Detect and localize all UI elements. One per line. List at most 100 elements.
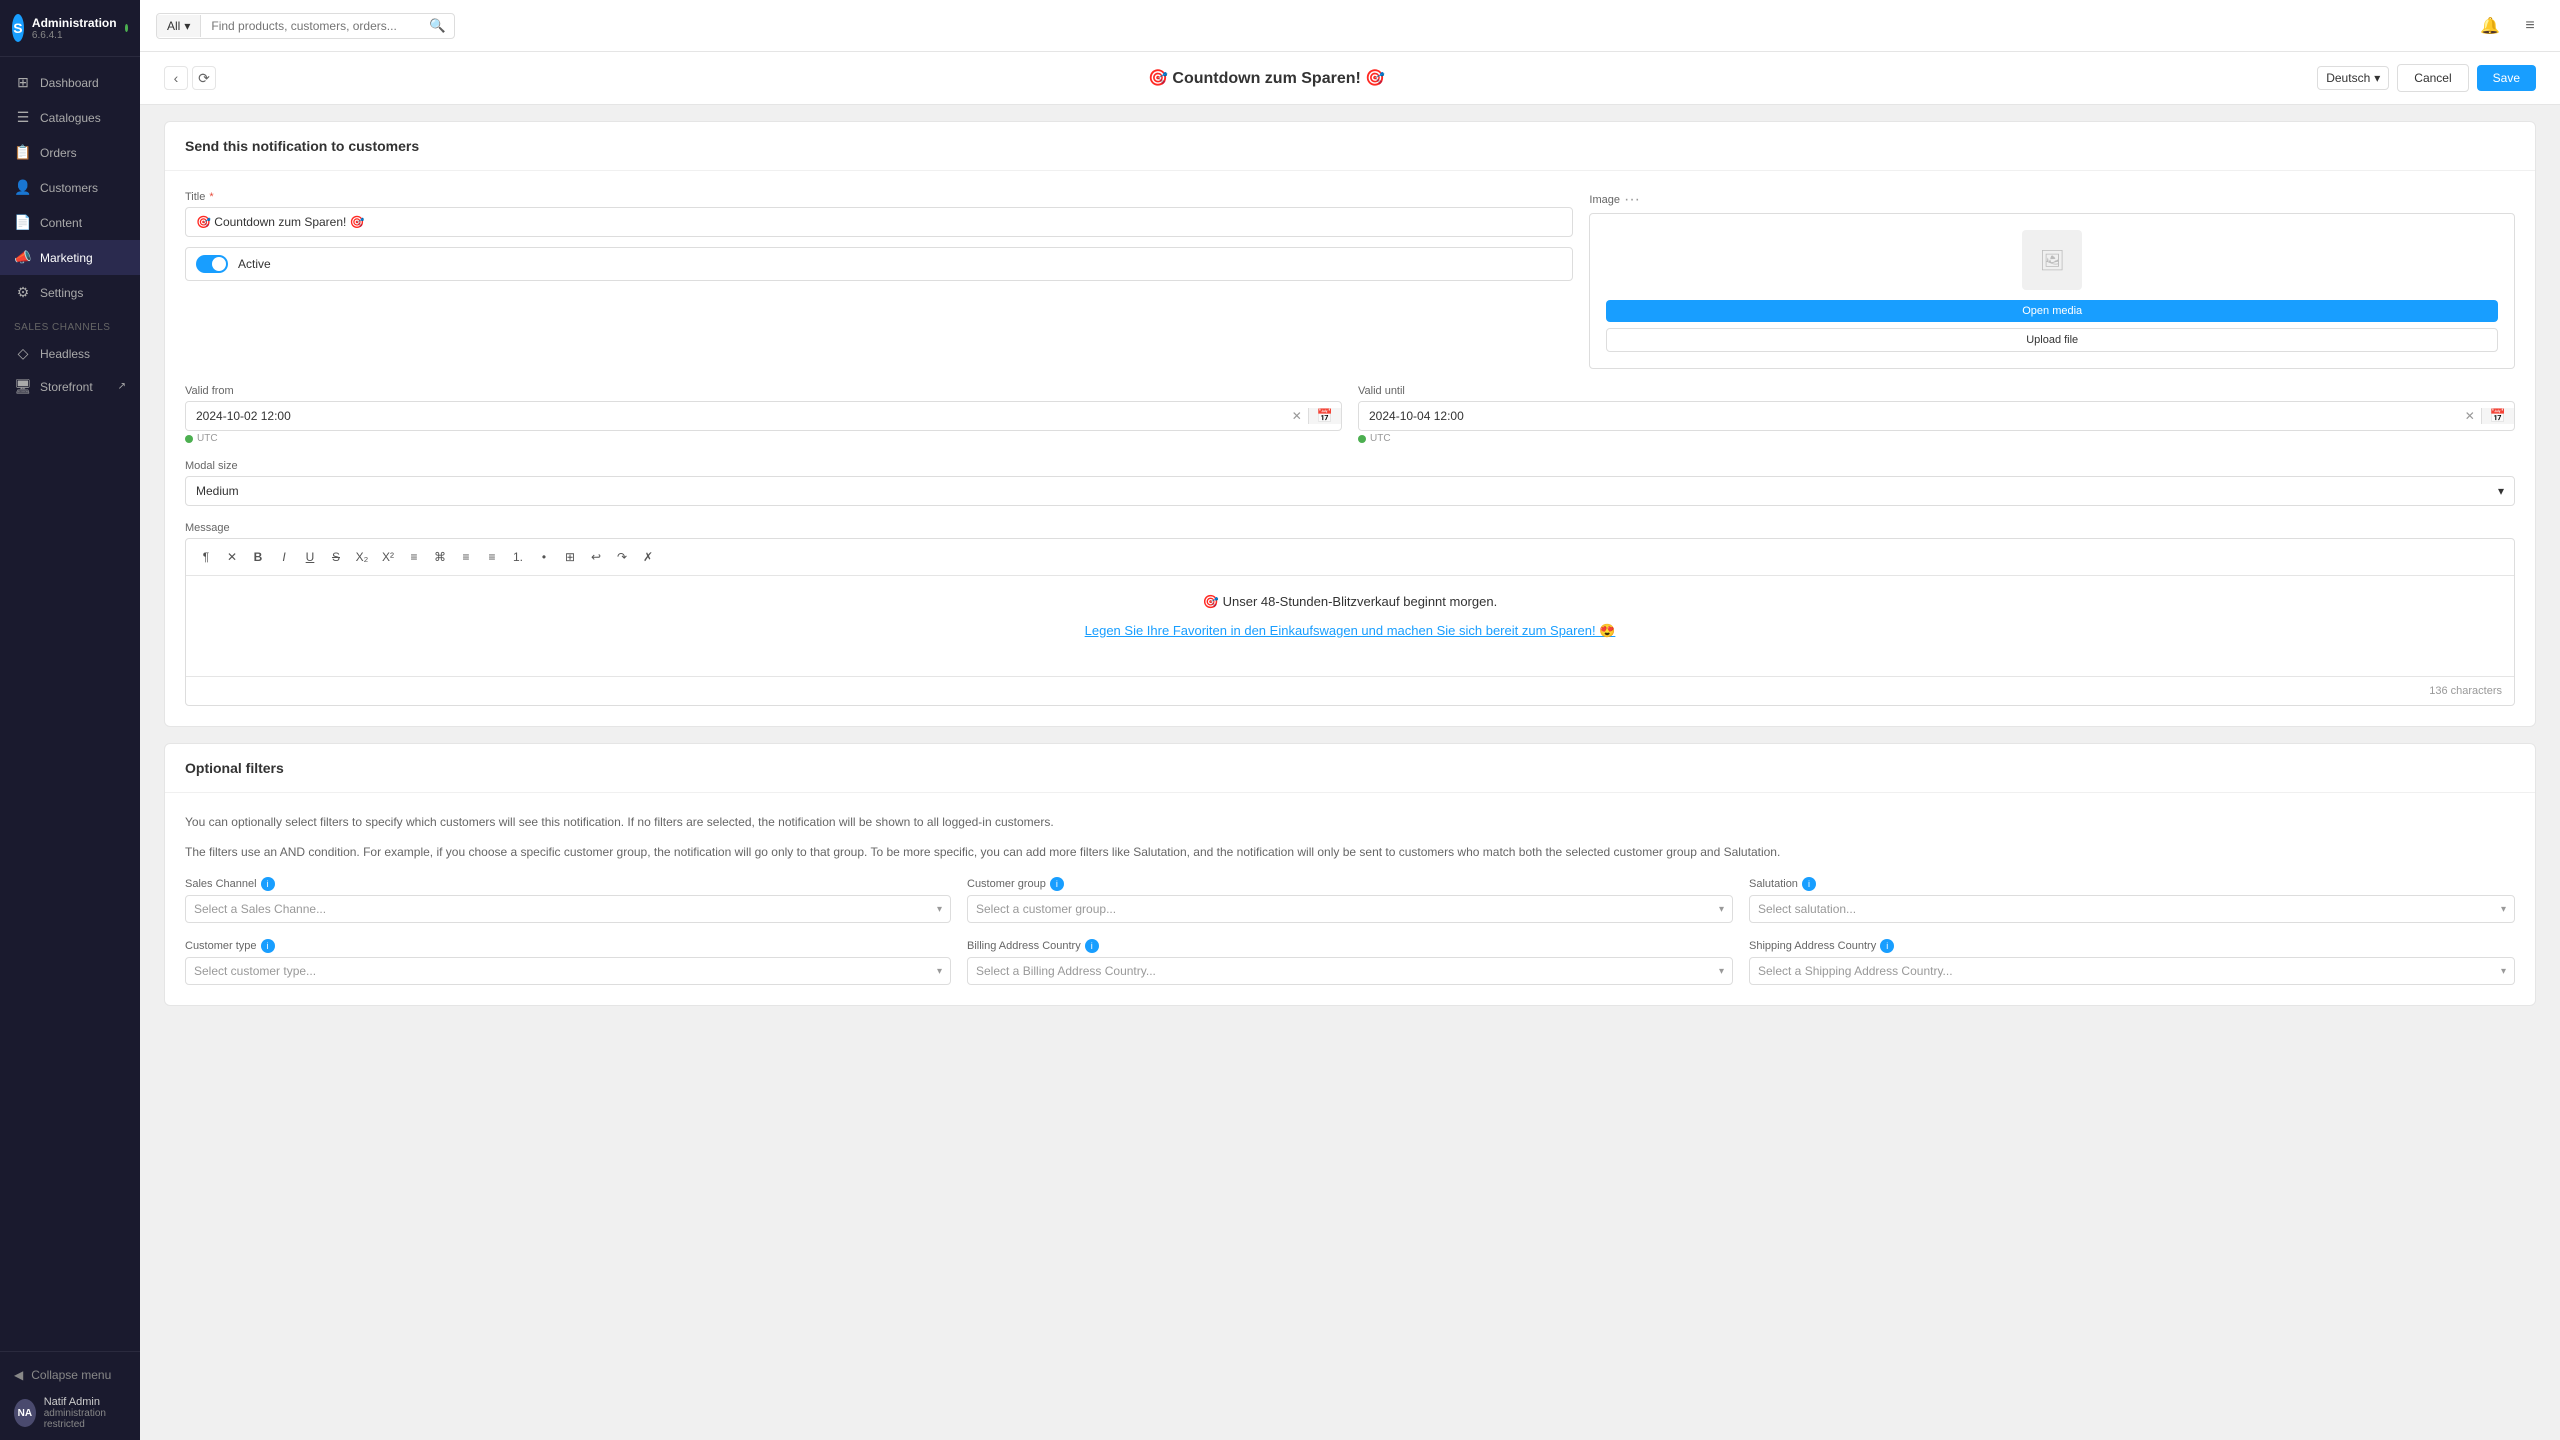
shipping-address-filter: Shipping Address Country i Select a Ship…: [1749, 939, 2515, 985]
customer-group-filter: Customer group i Select a customer group…: [967, 877, 1733, 923]
customer-group-select[interactable]: Select a customer group... ▾: [967, 895, 1733, 923]
sidebar-item-label: Marketing: [40, 251, 93, 265]
sidebar-item-headless[interactable]: ◇ Headless: [0, 337, 140, 370]
editor-btn-strikethrough[interactable]: S: [324, 545, 348, 569]
editor-btn-paragraph[interactable]: ¶: [194, 545, 218, 569]
cancel-button[interactable]: Cancel: [2397, 64, 2468, 92]
shipping-address-info-icon[interactable]: i: [1880, 939, 1894, 953]
save-button[interactable]: Save: [2477, 65, 2536, 91]
open-media-button[interactable]: Open media: [1606, 300, 2498, 322]
editor-btn-superscript[interactable]: X²: [376, 545, 400, 569]
shipping-address-label: Shipping Address Country i: [1749, 939, 2515, 953]
sidebar-item-storefront[interactable]: 🖥 Storefront ↗: [0, 370, 140, 403]
valid-until-input[interactable]: [1359, 402, 2459, 430]
upload-file-button[interactable]: Upload file: [1606, 328, 2498, 352]
user-profile[interactable]: NA Natif Admin administration restricted: [14, 1388, 126, 1430]
customer-type-info-icon[interactable]: i: [261, 939, 275, 953]
title-input[interactable]: [185, 207, 1573, 237]
editor-btn-list-ol[interactable]: 1.: [506, 545, 530, 569]
headless-icon: ◇: [14, 345, 32, 362]
logo-version: 6.6.4.1: [32, 30, 117, 41]
message-line1: 🎯 Unser 48-Stunden-Blitzverkauf beginnt …: [202, 592, 2498, 613]
editor-btn-align-right[interactable]: ≡: [454, 545, 478, 569]
billing-address-label: Billing Address Country i: [967, 939, 1733, 953]
billing-address-select[interactable]: Select a Billing Address Country... ▾: [967, 957, 1733, 985]
image-upload-area: 🖼 Open media Upload file: [1589, 213, 2515, 369]
main-content: All ▾ 🔍 🔔 ≡ ‹ ⟳ 🎯 Countdown zum Sparen! …: [140, 0, 2560, 1440]
salutation-placeholder: Select salutation...: [1758, 902, 1856, 916]
sidebar-item-settings[interactable]: ⚙ Settings: [0, 275, 140, 310]
customer-type-chevron-icon: ▾: [937, 966, 942, 977]
editor-content[interactable]: 🎯 Unser 48-Stunden-Blitzverkauf beginnt …: [186, 576, 2514, 676]
valid-from-clear-button[interactable]: ✕: [1286, 409, 1308, 423]
sidebar-item-orders[interactable]: 📋 Orders: [0, 135, 140, 170]
sidebar-item-customers[interactable]: 👤 Customers: [0, 170, 140, 205]
orders-icon: 📋: [14, 144, 32, 161]
back-button[interactable]: ‹: [164, 66, 188, 90]
editor-btn-undo[interactable]: ↩: [584, 545, 608, 569]
editor-btn-align-justify[interactable]: ≡: [480, 545, 504, 569]
sidebar-item-label: Storefront: [40, 380, 93, 394]
valid-until-clear-button[interactable]: ✕: [2459, 409, 2481, 423]
modal-size-chevron-icon: ▾: [2498, 484, 2504, 498]
customer-group-info-icon[interactable]: i: [1050, 877, 1064, 891]
editor-btn-align-center[interactable]: ⌘: [428, 545, 452, 569]
active-toggle[interactable]: [196, 255, 228, 273]
utc-dot-icon: [185, 435, 193, 443]
valid-from-calendar-icon[interactable]: 📅: [1308, 408, 1341, 424]
title-group: Title *: [185, 191, 1573, 247]
search-button[interactable]: 🔍: [421, 14, 454, 38]
sales-channel-label: Sales Channel i: [185, 877, 951, 891]
editor-btn-bold[interactable]: B: [246, 545, 270, 569]
editor-btn-italic[interactable]: I: [272, 545, 296, 569]
editor-btn-align-left[interactable]: ≡: [402, 545, 426, 569]
collapse-menu-button[interactable]: ◀ Collapse menu: [14, 1362, 126, 1388]
salutation-info-icon[interactable]: i: [1802, 877, 1816, 891]
modal-size-select[interactable]: Medium ▾: [185, 476, 2515, 506]
active-group: Active: [185, 247, 1573, 281]
salutation-label: Salutation i: [1749, 877, 2515, 891]
valid-from-utc: UTC: [185, 433, 1342, 444]
sidebar-item-content[interactable]: 📄 Content: [0, 205, 140, 240]
valid-from-input[interactable]: [186, 402, 1286, 430]
search-wrapper: All ▾ 🔍: [156, 13, 455, 39]
editor-btn-subscript[interactable]: X₂: [350, 545, 374, 569]
sales-channel-select[interactable]: Select a Sales Channe... ▾: [185, 895, 951, 923]
sidebar-settings-icon[interactable]: ≡: [2516, 12, 2544, 40]
image-options-button[interactable]: ···: [1624, 191, 1640, 209]
left-form-col: Title * Active: [185, 191, 1573, 369]
shipping-address-select[interactable]: Select a Shipping Address Country... ▾: [1749, 957, 2515, 985]
editor-btn-list-ul[interactable]: •: [532, 545, 556, 569]
editor-char-count: 136 characters: [186, 676, 2514, 705]
message-group: Message ¶ ✕ B I U S X₂ X² ≡: [185, 522, 2515, 706]
storefront-icon: 🖥: [14, 378, 32, 395]
content-icon: 📄: [14, 214, 32, 231]
search-filter-dropdown[interactable]: All ▾: [157, 15, 201, 37]
search-input[interactable]: [201, 15, 421, 37]
editor-btn-remove[interactable]: ✗: [636, 545, 660, 569]
modal-size-group: Modal size Medium ▾: [185, 460, 2515, 506]
customer-type-placeholder: Select customer type...: [194, 964, 316, 978]
editor-btn-redo[interactable]: ↷: [610, 545, 634, 569]
language-select[interactable]: Deutsch ▾: [2317, 66, 2389, 90]
sales-channel-info-icon[interactable]: i: [261, 877, 275, 891]
forward-button[interactable]: ⟳: [192, 66, 216, 90]
salutation-select[interactable]: Select salutation... ▾: [1749, 895, 2515, 923]
user-name: Natif Admin: [44, 1396, 126, 1408]
editor-btn-table[interactable]: ⊞: [558, 545, 582, 569]
notifications-icon[interactable]: 🔔: [2476, 12, 2504, 40]
sidebar-item-dashboard[interactable]: ⊞ Dashboard: [0, 65, 140, 100]
customer-group-label: Customer group i: [967, 877, 1733, 891]
filters-row1: Sales Channel i Select a Sales Channe...…: [185, 877, 2515, 923]
customer-type-select[interactable]: Select customer type... ▾: [185, 957, 951, 985]
collapse-icon: ◀: [14, 1368, 23, 1382]
valid-until-calendar-icon[interactable]: 📅: [2481, 408, 2514, 424]
sidebar-item-catalogues[interactable]: ☰ Catalogues: [0, 100, 140, 135]
editor-btn-clear[interactable]: ✕: [220, 545, 244, 569]
message-line2: Legen Sie Ihre Favoriten in den Einkaufs…: [202, 621, 2498, 642]
billing-address-info-icon[interactable]: i: [1085, 939, 1099, 953]
editor-btn-underline[interactable]: U: [298, 545, 322, 569]
sidebar-bottom: ◀ Collapse menu NA Natif Admin administr…: [0, 1351, 140, 1440]
sidebar-item-marketing[interactable]: 📣 Marketing: [0, 240, 140, 275]
external-link-icon: ↗: [118, 381, 126, 392]
